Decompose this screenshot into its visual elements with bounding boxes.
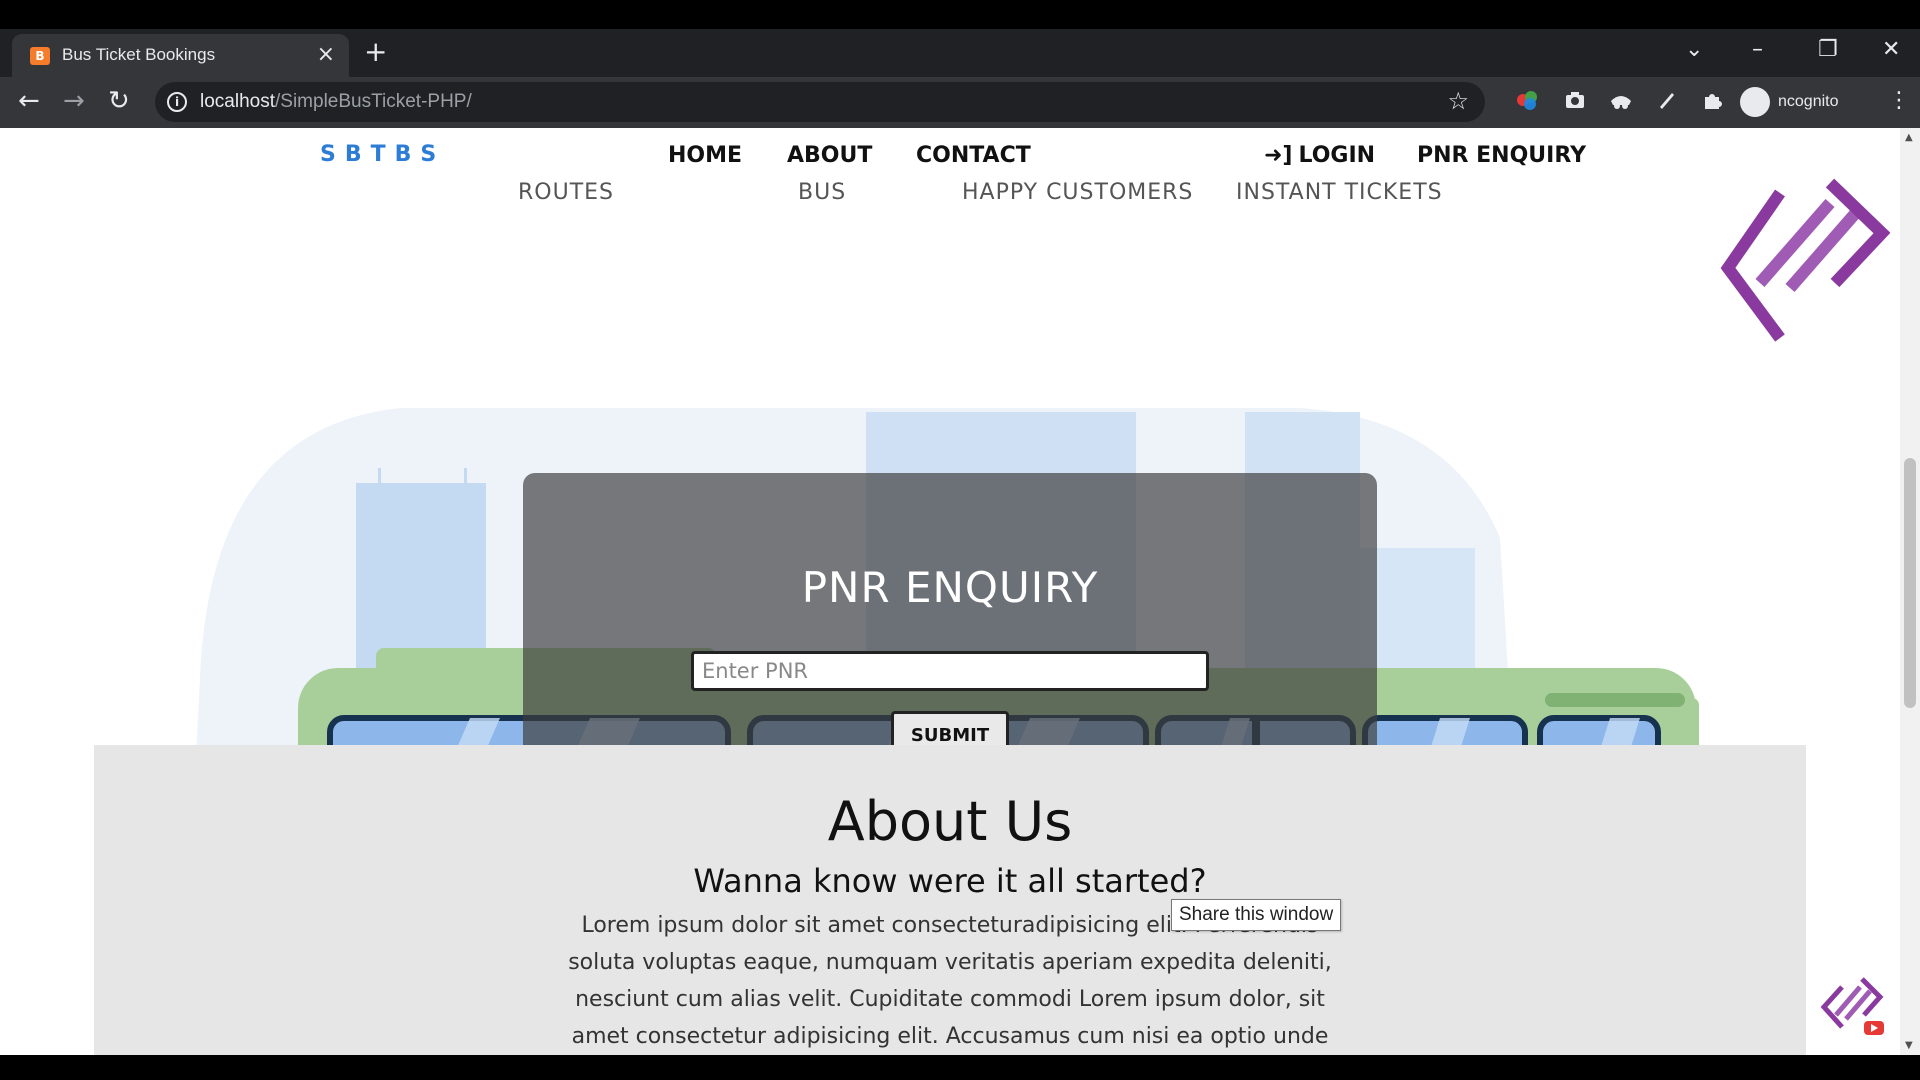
nav-login-label: LOGIN xyxy=(1298,143,1376,168)
nav-login[interactable]: ➜] LOGIN xyxy=(1264,143,1375,168)
about-section: About Us Wanna know were it all started?… xyxy=(94,745,1806,1055)
browser-tab-strip: B Bus Ticket Bookings × + ⌄ – ❐ ✕ xyxy=(0,29,1920,77)
about-title: About Us xyxy=(827,790,1073,853)
bookmark-star-icon[interactable]: ☆ xyxy=(1447,87,1469,115)
screen: B Bus Ticket Bookings × + ⌄ – ❐ ✕ ← → ↻ … xyxy=(0,0,1920,1080)
address-url[interactable]: localhost/SimpleBusTicket-PHP/ xyxy=(200,91,472,113)
about-subtitle: Wanna know were it all started? xyxy=(693,862,1207,900)
scroll-down-icon[interactable]: ▼ xyxy=(1905,1040,1913,1051)
new-tab-icon[interactable]: + xyxy=(364,37,387,67)
watermark-logo-icon xyxy=(1720,178,1890,342)
puzzle-icon[interactable] xyxy=(1699,89,1725,115)
pen-icon[interactable] xyxy=(1654,89,1680,115)
incognito-avatar-icon xyxy=(1740,87,1770,117)
minimize-icon[interactable]: – xyxy=(1752,37,1763,62)
pnr-input[interactable] xyxy=(691,651,1209,691)
tab-title: Bus Ticket Bookings xyxy=(62,45,216,64)
close-window-icon[interactable]: ✕ xyxy=(1882,37,1900,62)
incognito-label: ncognito xyxy=(1778,93,1839,110)
restore-icon[interactable]: ❐ xyxy=(1818,37,1838,62)
site-info-icon[interactable]: i xyxy=(167,92,187,112)
camera-icon[interactable] xyxy=(1562,89,1588,115)
xampp-favicon-icon: B xyxy=(30,47,50,65)
address-bar[interactable]: i localhost/SimpleBusTicket-PHP/ ☆ xyxy=(155,82,1485,122)
back-icon[interactable]: ← xyxy=(18,86,40,116)
pnr-title: PNR ENQUIRY xyxy=(801,563,1099,612)
nav-pnr-enquiry[interactable]: PNR ENQUIRY xyxy=(1417,143,1586,168)
stat-instant-tickets-label: INSTANT TICKETS xyxy=(1236,180,1443,205)
stat-routes-label: ROUTES xyxy=(518,180,615,205)
scrollbar-thumb[interactable] xyxy=(1904,458,1916,708)
forward-icon[interactable]: → xyxy=(63,86,85,116)
login-icon: ➜] xyxy=(1264,143,1293,168)
stats-strip: ROUTES BUS HAPPY CUSTOMERS INSTANT TICKE… xyxy=(0,180,1900,224)
scroll-up-icon[interactable]: ▲ xyxy=(1905,132,1913,143)
stat-bus-label: BUS xyxy=(798,180,847,205)
channel-watermark-icon xyxy=(1820,977,1884,1035)
incognito-mask-icon[interactable] xyxy=(1608,89,1634,115)
reload-icon[interactable]: ↻ xyxy=(108,86,130,116)
tab-close-icon[interactable]: × xyxy=(317,42,335,67)
nav-home[interactable]: HOME xyxy=(668,143,742,168)
url-path: /SimpleBusTicket-PHP/ xyxy=(275,91,472,112)
browser-toolbar: ← → ↻ i localhost/SimpleBusTicket-PHP/ ☆… xyxy=(0,77,1920,128)
browser-menu-icon[interactable]: ⋮ xyxy=(1888,86,1910,116)
incognito-profile[interactable]: ncognito xyxy=(1740,85,1860,119)
browser-tab[interactable]: B Bus Ticket Bookings × xyxy=(12,34,349,77)
nav-about[interactable]: ABOUT xyxy=(787,143,872,168)
url-host: localhost xyxy=(200,91,275,112)
site-navbar: SBTBS HOME ABOUT CONTACT ➜] LOGIN PNR ENQ… xyxy=(0,128,1900,184)
brand-logo[interactable]: SBTBS xyxy=(320,142,445,167)
tab-search-icon[interactable]: ⌄ xyxy=(1685,37,1703,62)
stat-happy-customers-label: HAPPY CUSTOMERS xyxy=(962,180,1194,205)
nav-contact[interactable]: CONTACT xyxy=(916,143,1031,168)
page-scrollbar[interactable]: ▲ ▼ xyxy=(1900,128,1920,1055)
page-viewport: SBTBS HOME ABOUT CONTACT ➜] LOGIN PNR ENQ… xyxy=(0,128,1920,1055)
color-icon[interactable] xyxy=(1514,89,1540,115)
share-window-tooltip: Share this window xyxy=(1171,899,1342,931)
